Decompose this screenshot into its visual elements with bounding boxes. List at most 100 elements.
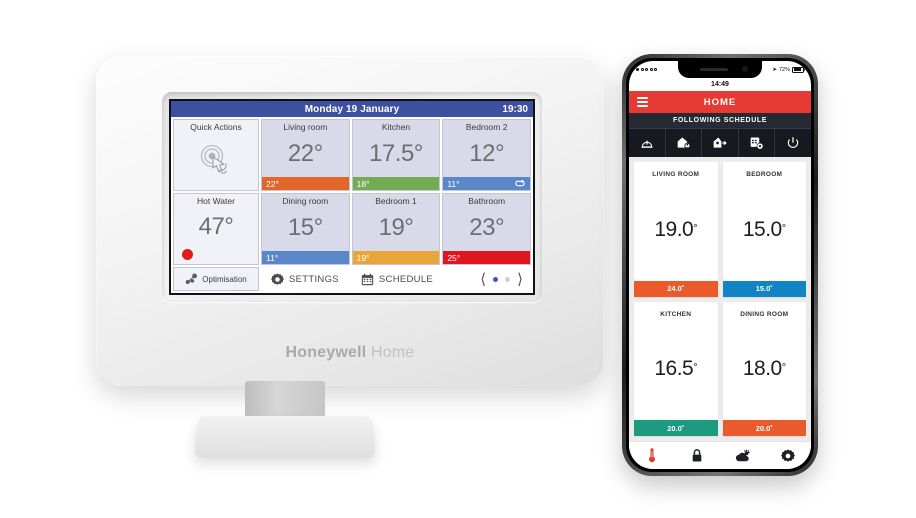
phone-room-card-dining-room[interactable]: DINING ROOM 18.0 ° 20.0˚ (722, 301, 807, 436)
battery-icon (792, 66, 806, 73)
thermometer-icon[interactable] (629, 448, 675, 463)
optimisation-button[interactable]: Optimisation (173, 267, 259, 291)
battery-status: ➤ 72% (772, 66, 806, 73)
away-mode-icon[interactable] (702, 129, 739, 157)
card-room-name: KITCHEN (660, 310, 692, 318)
room-card-grid: LIVING ROOM 19.0 ° 24.0˚ BEDROOM 15.0 ° 15… (629, 157, 811, 441)
room-setpoint: 25° (447, 252, 461, 263)
room-setpoint: 22° (266, 178, 279, 189)
auto-mode-icon[interactable] (629, 129, 666, 157)
card-setpoint-bar: 24.0˚ (634, 280, 718, 297)
card-temp-value: 15.0 (742, 217, 782, 241)
settings-button[interactable]: SETTINGS (261, 267, 349, 291)
optimisation-label: Optimisation (202, 274, 247, 284)
phone-room-card-bedroom[interactable]: BEDROOM 15.0 ° 15.0˚ (722, 162, 807, 297)
room-setpoint: 19° (356, 252, 370, 263)
room-temperature: 12° (469, 140, 505, 168)
battery-percent: 72% (778, 66, 790, 73)
room-tile-bathroom[interactable]: Bathroom 23° 25° (442, 193, 531, 265)
room-temperature: 19° (378, 214, 414, 242)
card-temperature: 18.0 ° (723, 318, 807, 421)
phone-room-card-living-room[interactable]: LIVING ROOM 19.0 ° 24.0˚ (634, 162, 718, 297)
card-temperature: 19.0 ° (634, 178, 718, 281)
gear-icon[interactable] (766, 448, 812, 463)
phone-clock: 14:49 (711, 81, 729, 88)
honeywell-thermostat-device: Monday 19 January 19:30 Quick Actions Li… (96, 56, 604, 386)
power-off-icon[interactable] (775, 129, 811, 157)
chevron-left-icon[interactable]: ⟨ (480, 272, 486, 287)
room-setpoint: 11° (266, 252, 279, 263)
room-tile-bedroom-1[interactable]: Bedroom 1 19° 19° (351, 193, 441, 265)
thermostat-stand-base (193, 415, 377, 459)
degree-symbol: ° (781, 222, 786, 235)
room-setpoint-bar: 11° (443, 177, 530, 190)
weather-icon[interactable] (720, 448, 766, 463)
home-mode-icon[interactable] (666, 129, 703, 157)
room-name: Dining room (282, 196, 329, 206)
front-camera-icon (742, 66, 748, 72)
calendar-icon (361, 273, 374, 286)
thermostat-screen[interactable]: Monday 19 January 19:30 Quick Actions Li… (169, 99, 535, 295)
card-room-name: LIVING ROOM (652, 171, 700, 178)
room-name: Bedroom 2 (465, 122, 508, 132)
room-tile-bedroom-2[interactable]: Bedroom 2 12° 11° (442, 119, 531, 191)
room-setpoint-bar: 11° (262, 251, 349, 264)
header-date: Monday 19 January (304, 103, 400, 115)
thermostat-toolbar: Optimisation SETTINGS SCHEDULE ⟨ ⟩ (171, 267, 533, 293)
phone-inner-frame: ➤ 72% 14:49 HOME FOLLOWING SCHEDULE LIVI… (626, 58, 814, 472)
room-setpoint-bar: 22° (262, 177, 349, 190)
room-name: Bathroom (468, 196, 506, 206)
page-navigation: ⟨ ⟩ (480, 267, 531, 291)
header-clock: 19:30 (502, 103, 528, 115)
phone-room-card-kitchen[interactable]: KITCHEN 16.5 ° 20.0˚ (634, 301, 718, 436)
lock-icon[interactable] (675, 448, 721, 463)
thermostat-tile-grid: Quick Actions Living room 22° 22° Kitche… (171, 117, 533, 267)
room-name: Bedroom 1 (375, 196, 417, 206)
hot-water-label: Hot Water (197, 196, 235, 206)
room-tile-kitchen[interactable]: Kitchen 17.5° 18° (351, 119, 441, 191)
gear-icon (271, 272, 284, 286)
card-setpoint: 20.0˚ (755, 423, 773, 433)
room-name: Living room (283, 122, 328, 132)
hot-water-tile[interactable]: Hot Water 47° (173, 193, 259, 265)
room-setpoint-bar: 25° (443, 251, 530, 264)
page-dot-1[interactable] (493, 276, 499, 282)
card-setpoint: 24.0˚ (667, 284, 685, 293)
room-setpoint: 11° (447, 178, 460, 189)
screenshot-stage: Monday 19 January 19:30 Quick Actions Li… (0, 0, 916, 518)
page-dot-2[interactable] (505, 276, 511, 282)
room-tile-dining-room[interactable]: Dining room 15° 11° (261, 193, 350, 265)
hot-water-temperature: 47° (198, 213, 234, 241)
phone-screen[interactable]: ➤ 72% 14:49 HOME FOLLOWING SCHEDULE LIVI… (629, 61, 811, 469)
room-temperature: 17.5° (369, 140, 423, 168)
thermostat-header-bar: Monday 19 January 19:30 (171, 101, 533, 117)
settings-label: SETTINGS (289, 273, 339, 285)
mode-button-bar (629, 129, 811, 157)
schedule-status-banner: FOLLOWING SCHEDULE (629, 113, 811, 129)
card-setpoint-bar: 15.0˚ (722, 280, 806, 297)
repeat-schedule-icon (514, 179, 526, 188)
room-tile-living-room[interactable]: Living room 22° 22° (261, 119, 350, 191)
chevron-right-icon[interactable]: ⟩ (517, 272, 523, 287)
card-setpoint: 15.0˚ (755, 284, 773, 293)
custom-mode-icon[interactable] (739, 129, 776, 157)
card-room-name: DINING ROOM (740, 310, 789, 318)
card-setpoint-bar: 20.0˚ (634, 420, 718, 436)
card-temp-value: 16.5 (654, 357, 694, 381)
room-name: Kitchen (381, 122, 411, 132)
degree-symbol: ° (693, 222, 698, 235)
phone-notch (678, 61, 762, 78)
card-temperature: 15.0 ° (723, 178, 807, 281)
brand-home: Home (366, 344, 415, 361)
quick-actions-tile[interactable]: Quick Actions (173, 119, 259, 191)
room-temperature: 23° (469, 214, 505, 242)
schedule-button[interactable]: SCHEDULE (351, 267, 443, 291)
optimisation-icon (185, 273, 199, 285)
location-arrow-icon: ➤ (772, 66, 777, 73)
thermostat-bezel: Monday 19 January 19:30 Quick Actions Li… (162, 92, 542, 302)
card-temp-value: 19.0 (654, 217, 694, 241)
card-temp-value: 18.0 (742, 357, 782, 381)
room-setpoint-bar: 18° (352, 177, 440, 190)
phone-app-bar: HOME (629, 91, 811, 113)
earpiece-speaker (700, 68, 728, 71)
